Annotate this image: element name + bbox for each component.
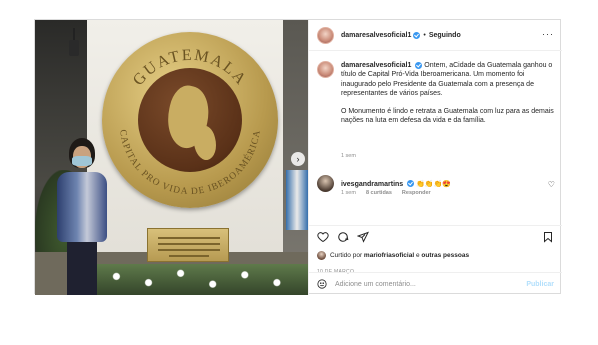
caption-paragraph-2: O Monumento é lindo e retrata a Guatemal… (340, 108, 554, 125)
likes-connector: e (415, 252, 420, 259)
post-photo[interactable]: GUATEMALA CAPITAL PRO VIDA DE IBEROAMÉRI… (35, 20, 308, 295)
medallion-top-text: GUATEMALA (130, 47, 248, 89)
comment-input[interactable]: Adicione um comentário... (335, 281, 526, 288)
comment-like-heart-icon[interactable]: ♡ (548, 180, 555, 189)
add-comment-bar: Adicione um comentário... Publicar (308, 272, 562, 295)
more-horizontal-icon[interactable]: ··· (542, 30, 554, 39)
liker-avatar[interactable] (316, 251, 326, 260)
bookmark-icon[interactable] (542, 231, 554, 243)
comment-meta: 1 sem 8 curtidas Responder (341, 190, 431, 196)
action-bar (308, 225, 562, 247)
caption-text: damaresalvesoficial1 Ontem, aCidade da G… (341, 61, 555, 126)
caption: damaresalvesoficial1 Ontem, aCidade da G… (316, 61, 557, 126)
white-flowers (95, 264, 308, 295)
woman-figure (53, 138, 111, 295)
heart-icon[interactable] (317, 231, 329, 243)
medallion-bottom-text: CAPITAL PRO VIDA DE IBEROAMÉRICA (117, 129, 262, 197)
comment-body: 👏👏👏😍 (416, 180, 451, 188)
svg-text:GUATEMALA: GUATEMALA (130, 47, 250, 89)
guatemala-medallion: GUATEMALA CAPITAL PRO VIDA DE IBEROAMÉRI… (102, 32, 278, 208)
reply-button[interactable]: Responder (402, 190, 431, 196)
caption-avatar[interactable] (316, 61, 334, 78)
author-username[interactable]: damaresalvesoficial1 (341, 32, 411, 39)
bronze-plaque (147, 228, 229, 262)
verified-badge-icon (413, 31, 421, 39)
post-header: damaresalvesoficial1 • Seguindo ··· (308, 20, 562, 51)
comments-section[interactable]: damaresalvesoficial1 Ontem, aCidade da G… (309, 51, 562, 225)
guatemala-flag (285, 170, 308, 230)
verified-badge-icon (415, 61, 423, 69)
post-side-panel: damaresalvesoficial1 • Seguindo ··· dama… (307, 20, 562, 295)
author-avatar[interactable] (316, 26, 334, 44)
likes-others[interactable]: outras pessoas (421, 252, 469, 259)
comment-timestamp: 1 sem (340, 190, 356, 196)
likes-summary: Curtido por mariofriasoficial e outras p… (316, 251, 469, 260)
caption-username[interactable]: damaresalvesoficial1 (341, 62, 411, 69)
next-photo-button[interactable]: › (291, 152, 305, 166)
share-icon[interactable] (356, 231, 369, 243)
medallion-ring-text: GUATEMALA CAPITAL PRO VIDA DE IBEROAMÉRI… (117, 47, 263, 197)
hanging-lamp (69, 28, 79, 58)
verified-badge-icon (407, 180, 415, 188)
emoji-icon[interactable] (317, 279, 327, 289)
svg-text:CAPITAL PRO VIDA DE IBEROAMÉRI: CAPITAL PRO VIDA DE IBEROAMÉRICA (117, 129, 263, 197)
chevron-right-icon: › (296, 154, 300, 164)
comment-likes-count[interactable]: 8 curtidas (366, 190, 392, 196)
liker-username[interactable]: mariofriasoficial (364, 252, 414, 259)
comment-icon[interactable] (337, 231, 349, 243)
instagram-post: GUATEMALA CAPITAL PRO VIDA DE IBEROAMÉRI… (34, 19, 562, 295)
publish-button[interactable]: Publicar (526, 281, 554, 288)
caption-timestamp: 1 sem (340, 153, 356, 159)
commenter-avatar[interactable] (316, 175, 334, 192)
commenter-username[interactable]: ivesgandramartins (341, 181, 403, 188)
separator-dot: • (423, 31, 426, 39)
follow-status-button[interactable]: Seguindo (429, 32, 461, 39)
comment-text: ivesgandramartins 👏👏👏😍 (341, 180, 451, 188)
likes-prefix: Curtido por (329, 252, 363, 259)
